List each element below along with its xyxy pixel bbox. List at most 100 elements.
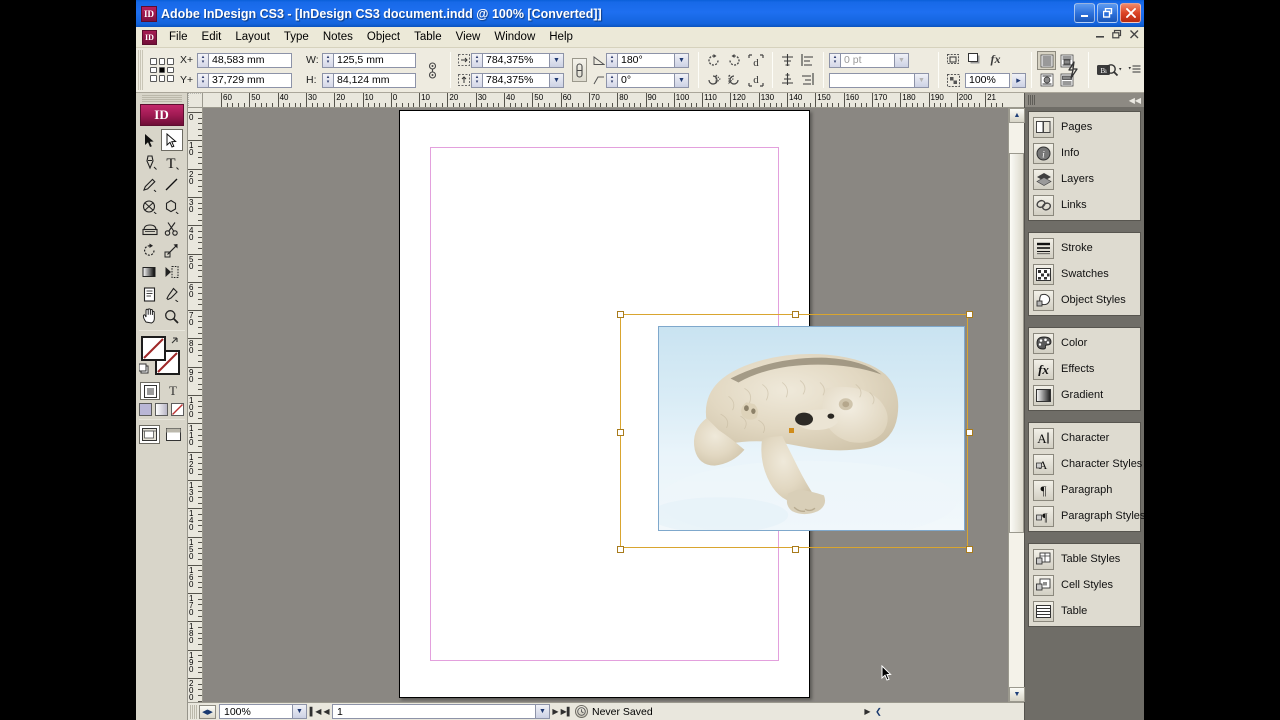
width-stepper[interactable]: ▴ ▾ (322, 52, 333, 68)
scale-x-dropdown[interactable]: ▼ (550, 52, 564, 68)
note-tool[interactable] (139, 283, 161, 305)
formatting-affects-container-icon[interactable] (140, 382, 160, 400)
previous-page-button[interactable]: ◀ (321, 705, 332, 719)
panel-character[interactable]: A Character (1029, 425, 1140, 451)
panel-gradient[interactable]: Gradient (1029, 382, 1140, 408)
scroll-down-button[interactable]: ▼ (1009, 687, 1025, 702)
scissors-tool[interactable] (161, 217, 183, 239)
fill-swatch[interactable] (140, 336, 166, 361)
scale-tool[interactable] (161, 239, 183, 261)
panel-menu-icon[interactable] (1127, 61, 1141, 80)
doc-minimize-button[interactable] (1095, 29, 1106, 44)
formatting-affects-text-icon[interactable]: T (163, 382, 183, 400)
gradient-feather-tool[interactable] (161, 261, 183, 283)
status-bar-grip[interactable] (190, 704, 197, 719)
status-expand-button[interactable]: ▶ (862, 705, 873, 719)
pan-navigator-button[interactable]: ◀▶ (199, 704, 216, 719)
vertical-scroll-thumb[interactable] (1009, 153, 1024, 533)
handle-bottom-center[interactable] (792, 546, 799, 553)
selection-frame[interactable] (617, 311, 973, 553)
free-transform-tool[interactable] (139, 217, 161, 239)
panel-effects[interactable]: fx Effects (1029, 356, 1140, 382)
height-stepper[interactable]: ▴ ▾ (322, 72, 333, 88)
ruler-origin-corner[interactable] (188, 93, 203, 108)
handle-bottom-right[interactable] (966, 546, 973, 553)
panel-stroke[interactable]: Stroke (1029, 235, 1140, 261)
panel-character-styles[interactable]: A Character Styles (1029, 451, 1142, 477)
selection-tool[interactable] (139, 129, 161, 151)
polygon-tool[interactable] (161, 195, 183, 217)
hand-tool[interactable] (139, 305, 161, 327)
pencil-tool[interactable] (139, 173, 161, 195)
menu-view[interactable]: View (449, 29, 488, 45)
scale-y-dropdown[interactable]: ▼ (550, 72, 564, 88)
pen-tool[interactable] (139, 151, 161, 173)
handle-middle-left[interactable] (617, 429, 624, 436)
apply-gradient-swatch[interactable] (155, 403, 168, 416)
document-canvas[interactable] (203, 108, 1008, 702)
dock-grip[interactable] (1028, 95, 1035, 105)
menu-notes[interactable]: Notes (316, 29, 360, 45)
align-right-icon[interactable] (798, 70, 817, 89)
quick-apply-icon[interactable] (1063, 61, 1082, 80)
width-input[interactable]: 125,5 mm (333, 52, 416, 68)
minimize-button[interactable] (1074, 3, 1095, 23)
shear-stepper[interactable]: ▴ ▾ (606, 72, 617, 88)
page-number-dropdown-arrow[interactable]: ▼ (535, 705, 549, 718)
x-stepper[interactable]: ▴ ▾ (197, 52, 208, 68)
rotate-90-ccw-icon[interactable] (704, 51, 723, 70)
vertical-ruler[interactable]: 0102030405060708090100110120130140150160… (188, 108, 203, 702)
rotate-corner-bottom-icon[interactable]: d (746, 70, 765, 89)
reference-point-proxy[interactable] (149, 57, 175, 83)
stroke-type-dropdown[interactable]: ▼ (915, 72, 929, 88)
panel-table[interactable]: Table (1029, 598, 1140, 624)
panel-color[interactable]: Color (1029, 330, 1140, 356)
zoom-level-value[interactable]: 100% (220, 706, 292, 718)
scale-y-stepper[interactable]: ▴ ▾ (471, 72, 482, 88)
eyedropper-tool[interactable] (161, 283, 183, 305)
panel-cell-styles[interactable]: Cell Styles (1029, 572, 1140, 598)
rotation-stepper[interactable]: ▴ ▾ (606, 52, 617, 68)
y-stepper[interactable]: ▴ ▾ (197, 72, 208, 88)
fit-content-proportionally-icon[interactable] (944, 50, 963, 69)
handle-top-center[interactable] (792, 311, 799, 318)
stroke-type-input[interactable] (829, 72, 915, 88)
rotate-corner-top-icon[interactable]: d (746, 51, 765, 70)
menu-object[interactable]: Object (360, 29, 407, 45)
y-input[interactable]: 37,729 mm (208, 72, 292, 88)
handle-bottom-left[interactable] (617, 546, 624, 553)
constrain-scale-icon[interactable] (572, 58, 587, 82)
scroll-up-button[interactable]: ▲ (1009, 108, 1025, 123)
maximize-restore-button[interactable] (1097, 3, 1118, 23)
control-panel-grip[interactable] (138, 50, 143, 90)
shear-dropdown[interactable]: ▼ (675, 72, 689, 88)
opacity-slider-arrow[interactable]: ▸ (1012, 73, 1026, 88)
menu-edit[interactable]: Edit (195, 29, 229, 45)
panel-swatches[interactable]: Swatches (1029, 261, 1140, 287)
handle-top-left[interactable] (617, 311, 624, 318)
apply-none-swatch[interactable] (171, 403, 184, 416)
preview-mode-icon[interactable] (163, 425, 184, 444)
zoom-tool[interactable] (161, 305, 183, 327)
line-tool[interactable] (161, 173, 183, 195)
wrap-none-icon[interactable] (1037, 51, 1056, 70)
scale-x-stepper[interactable]: ▴ ▾ (471, 52, 482, 68)
panel-pages[interactable]: Pages (1029, 114, 1140, 140)
zoom-level-combo[interactable]: 100% ▼ (219, 704, 307, 719)
fx-icon[interactable]: fx (986, 50, 1005, 69)
rotate-tool[interactable] (139, 239, 161, 261)
rotation-input[interactable]: 180° (617, 52, 675, 68)
vertical-scrollbar[interactable]: ▲ ▼ (1008, 108, 1025, 702)
x-input[interactable]: 48,583 mm (208, 52, 292, 68)
rotate-90-cw-icon[interactable] (725, 51, 744, 70)
collapse-dock-icon[interactable]: ◀◀ (1129, 96, 1141, 105)
panel-layers[interactable]: Layers (1029, 166, 1140, 192)
flip-vertical-icon[interactable] (725, 70, 744, 89)
next-page-button[interactable]: ▶ (550, 705, 561, 719)
handle-middle-right[interactable] (966, 429, 973, 436)
close-button[interactable] (1120, 3, 1141, 23)
stroke-weight-dropdown[interactable]: ▼ (895, 52, 909, 68)
toolbox-grip[interactable] (141, 95, 182, 102)
first-page-button[interactable]: ▌◀ (310, 705, 322, 719)
vertical-scroll-track[interactable] (1009, 123, 1024, 687)
